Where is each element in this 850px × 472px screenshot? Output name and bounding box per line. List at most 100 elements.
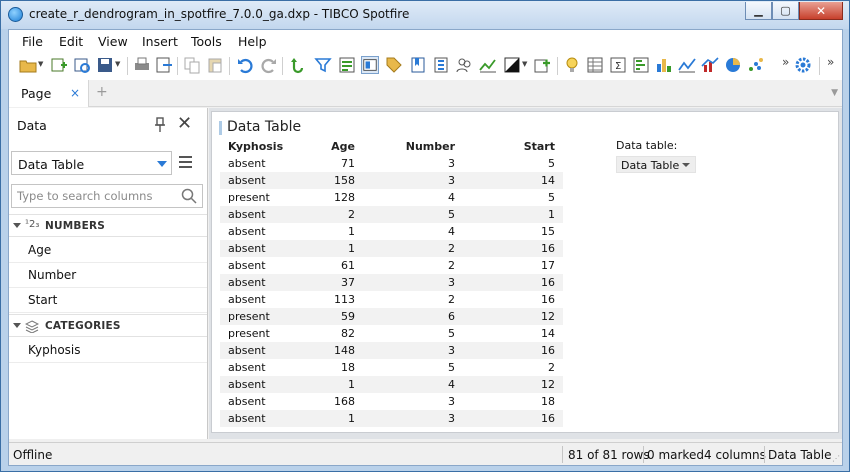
menu-help[interactable]: Help — [238, 34, 267, 49]
menu-icon[interactable] — [179, 156, 192, 171]
tip-icon[interactable] — [563, 56, 581, 74]
table-row[interactable]: absent 1 4 15 — [220, 223, 563, 240]
spotfire-app-icon — [8, 7, 23, 22]
tags-icon[interactable] — [385, 56, 403, 74]
minimize-button[interactable]: ▁ — [745, 2, 772, 20]
column-header-age[interactable]: Age — [313, 138, 363, 155]
table-row[interactable]: absent 1 2 16 — [220, 240, 563, 257]
bookmark-icon[interactable] — [409, 56, 427, 74]
data-table-dropdown[interactable]: Data Table — [11, 151, 172, 175]
pin-icon[interactable] — [153, 117, 167, 133]
chevron-down-icon[interactable]: ▼ — [38, 60, 43, 68]
table-cell: 128 — [313, 189, 363, 206]
visualization-data-table-dropdown[interactable]: Data Table — [616, 156, 696, 173]
table-row[interactable]: absent 1 4 12 — [220, 376, 563, 393]
color-icon[interactable] — [503, 56, 521, 74]
graphical-table-icon[interactable] — [632, 56, 650, 74]
status-bar: Offline 81 of 81 rows 0 marked 4 columns… — [9, 442, 842, 465]
add-data-icon[interactable] — [50, 56, 68, 74]
column-search-field[interactable] — [11, 184, 203, 208]
column-item-age[interactable]: Age — [9, 238, 207, 263]
people-icon[interactable] — [455, 56, 473, 74]
resize-grip-icon[interactable]: ⋰ — [832, 454, 840, 463]
chevron-down-icon[interactable]: ▼ — [522, 60, 527, 68]
copy-icon[interactable] — [183, 56, 201, 74]
menu-file[interactable]: File — [22, 34, 43, 49]
table-row[interactable]: absent 61 2 17 — [220, 257, 563, 274]
table-visualization[interactable]: Data Table Kyphosis Age Number Start abs… — [211, 111, 839, 433]
export-icon[interactable] — [155, 56, 173, 74]
redo-icon[interactable] — [260, 56, 278, 74]
table-cell: 5 — [363, 206, 463, 223]
menu-insert[interactable]: Insert — [142, 34, 178, 49]
reload-icon[interactable] — [73, 56, 91, 74]
tab-page[interactable]: Page × — [9, 80, 89, 107]
column-header-number[interactable]: Number — [363, 138, 463, 155]
open-folder-icon[interactable] — [19, 56, 37, 74]
status-divider — [643, 446, 644, 463]
table-cell: 4 — [363, 189, 463, 206]
menu-view[interactable]: View — [98, 34, 128, 49]
bar-chart-icon[interactable] — [655, 56, 673, 74]
table-row[interactable]: absent 168 3 18 — [220, 393, 563, 410]
layout-icon[interactable] — [361, 56, 379, 74]
table-cell: 158 — [313, 172, 363, 189]
table-row[interactable]: absent 2 5 1 — [220, 206, 563, 223]
table-cell: 1 — [463, 206, 563, 223]
section-categories[interactable]: CATEGORIES — [9, 314, 207, 337]
filter-icon[interactable] — [314, 56, 332, 74]
column-item-start[interactable]: Start — [9, 288, 207, 313]
column-header-kyphosis[interactable]: Kyphosis — [220, 138, 313, 155]
maximize-button[interactable]: ▢ — [772, 2, 799, 20]
column-item-kyphosis[interactable]: Kyphosis — [9, 338, 207, 363]
menu-tools[interactable]: Tools — [191, 34, 222, 49]
toolbar-separator — [282, 57, 283, 75]
table-row[interactable]: absent 158 3 14 — [220, 172, 563, 189]
line-similarity-icon[interactable] — [479, 56, 497, 74]
reset-filters-icon[interactable] — [289, 56, 307, 74]
close-panel-icon[interactable]: ✕ — [177, 115, 192, 133]
crosstable-icon[interactable]: Σ — [609, 56, 627, 74]
table-row[interactable]: absent 1 3 16 — [220, 410, 563, 427]
add-page-button[interactable]: + — [96, 84, 108, 100]
scatter-plot-icon[interactable] — [747, 56, 765, 74]
add-page-icon[interactable] — [533, 56, 551, 74]
paste-icon[interactable] — [206, 56, 224, 74]
column-search-input[interactable] — [17, 188, 177, 204]
table-cell: 5 — [363, 359, 463, 376]
table-row[interactable]: present 128 4 5 — [220, 189, 563, 206]
settings-gear-icon[interactable] — [794, 56, 812, 74]
table-cell: 59 — [313, 308, 363, 325]
table-row[interactable]: absent 37 3 16 — [220, 274, 563, 291]
table-cell: 3 — [363, 393, 463, 410]
table-row[interactable]: present 82 5 14 — [220, 325, 563, 342]
active-data-table[interactable]: Data Table — [768, 448, 832, 462]
lists-icon[interactable] — [432, 56, 450, 74]
table-icon[interactable] — [586, 56, 604, 74]
close-window-button[interactable]: ✕ — [799, 2, 843, 20]
table-cell: 4 — [363, 376, 463, 393]
toolbar-overflow-button[interactable]: » — [782, 55, 789, 69]
pie-chart-icon[interactable] — [724, 56, 742, 74]
section-numbers[interactable]: ¹2₃ NUMBERS — [9, 214, 207, 237]
table-row[interactable]: absent 148 3 16 — [220, 342, 563, 359]
table-cell: 5 — [463, 189, 563, 206]
column-item-number[interactable]: Number — [9, 263, 207, 288]
save-icon[interactable] — [96, 56, 114, 74]
undo-icon[interactable] — [236, 56, 254, 74]
table-row[interactable]: absent 18 5 2 — [220, 359, 563, 376]
menu-edit[interactable]: Edit — [59, 34, 83, 49]
close-icon: ✕ — [815, 3, 827, 18]
tab-list-dropdown-icon[interactable]: ▼ — [831, 88, 838, 98]
table-row[interactable]: absent 113 2 16 — [220, 291, 563, 308]
print-icon[interactable] — [133, 56, 151, 74]
line-chart-icon[interactable] — [678, 56, 696, 74]
toolbar-overflow-button[interactable]: » — [827, 55, 834, 69]
chevron-down-icon[interactable]: ▼ — [115, 60, 120, 68]
table-row[interactable]: absent 71 3 5 — [220, 155, 563, 172]
combination-chart-icon[interactable] — [701, 56, 719, 74]
table-row[interactable]: present 59 6 12 — [220, 308, 563, 325]
details-on-demand-icon[interactable] — [338, 56, 356, 74]
column-header-start[interactable]: Start — [463, 138, 563, 155]
close-tab-icon[interactable]: × — [70, 86, 80, 100]
